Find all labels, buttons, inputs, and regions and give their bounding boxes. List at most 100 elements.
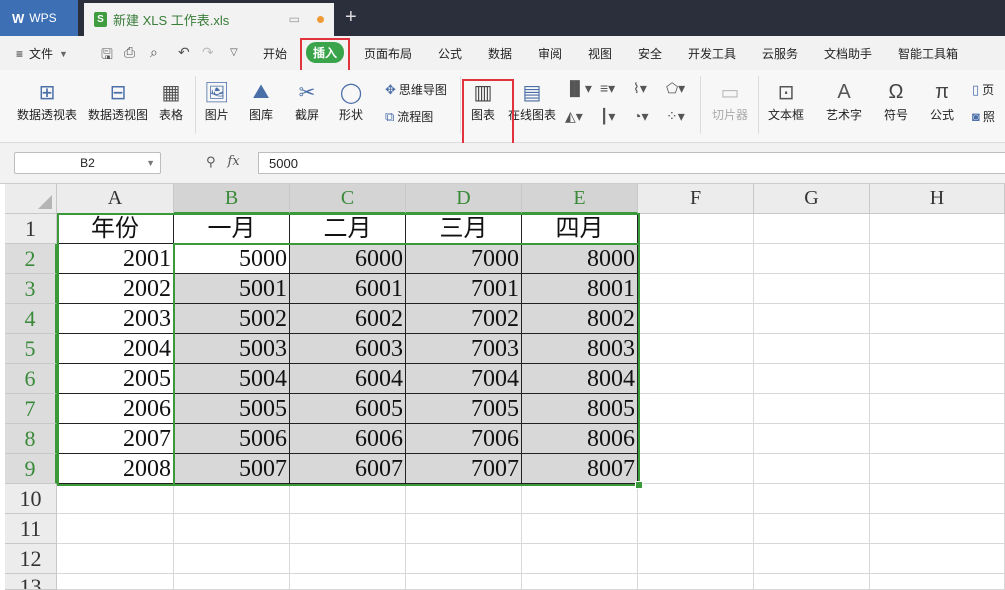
cell-e1[interactable]: 四月: [522, 214, 638, 244]
symbol-button[interactable]: Ω 符号: [884, 78, 908, 123]
tab-smart-toolbox[interactable]: 智能工具箱: [898, 45, 958, 62]
column-chart-icon[interactable]: ▐▌▾: [565, 80, 592, 97]
cell-b8[interactable]: 5006: [174, 424, 290, 454]
cell-e5[interactable]: 8003: [522, 334, 638, 364]
row-header-5[interactable]: 5: [5, 334, 57, 364]
cell-b1[interactable]: 一月: [174, 214, 290, 244]
header-footer-button[interactable]: ▯ 页: [972, 81, 994, 98]
cell-f9[interactable]: [638, 454, 754, 484]
cell-a6[interactable]: 2005: [57, 364, 174, 394]
cell-c8[interactable]: 6006: [290, 424, 406, 454]
cell-h13[interactable]: [870, 574, 1005, 590]
cell-a8[interactable]: 2007: [57, 424, 174, 454]
radar-chart-icon[interactable]: ⬠▾: [666, 80, 685, 97]
bar-chart-horizontal-icon[interactable]: ≡▾: [600, 80, 615, 97]
cell-b9[interactable]: 5007: [174, 454, 290, 484]
mindmap-button[interactable]: ✥ 思维导图: [385, 81, 447, 98]
cell-e6[interactable]: 8004: [522, 364, 638, 394]
picture-button[interactable]: 🖼 图片: [204, 78, 229, 123]
cell-h5[interactable]: [870, 334, 1005, 364]
cell-g9[interactable]: [754, 454, 870, 484]
cell-d11[interactable]: [406, 514, 522, 544]
file-menu[interactable]: ≡ 文件 ▼: [16, 45, 68, 62]
cell-g6[interactable]: [754, 364, 870, 394]
tab-page-layout[interactable]: 页面布局: [364, 45, 412, 62]
cell-d3[interactable]: 7001: [406, 274, 522, 304]
tab-doc-assistant[interactable]: 文档助手: [824, 45, 872, 62]
column-header-h[interactable]: H: [870, 184, 1005, 214]
row-header-13[interactable]: 13: [5, 574, 57, 590]
plus-icon[interactable]: +: [345, 6, 357, 28]
cell-d2[interactable]: 7000: [406, 244, 522, 274]
cell-c3[interactable]: 6001: [290, 274, 406, 304]
cell-e4[interactable]: 8002: [522, 304, 638, 334]
tab-view[interactable]: 视图: [588, 45, 612, 62]
print-icon[interactable]: ⎙: [124, 44, 135, 61]
tab-data[interactable]: 数据: [488, 45, 512, 62]
row-header-3[interactable]: 3: [5, 274, 57, 304]
cell-d7[interactable]: 7005: [406, 394, 522, 424]
tab-cloud-services[interactable]: 云服务: [762, 45, 798, 62]
name-box[interactable]: B2 ▼: [14, 152, 161, 174]
cell-a3[interactable]: 2002: [57, 274, 174, 304]
camera-button[interactable]: ◙ 照: [972, 108, 995, 125]
cell-a5[interactable]: 2004: [57, 334, 174, 364]
flowchart-button[interactable]: ⧉ 流程图: [385, 108, 433, 125]
cell-c10[interactable]: [290, 484, 406, 514]
cell-c11[interactable]: [290, 514, 406, 544]
cell-b4[interactable]: 5002: [174, 304, 290, 334]
tab-review[interactable]: 审阅: [538, 45, 562, 62]
row-header-12[interactable]: 12: [5, 544, 57, 574]
cell-f1[interactable]: [638, 214, 754, 244]
cell-g4[interactable]: [754, 304, 870, 334]
tab-developer[interactable]: 开发工具: [688, 45, 736, 62]
cell-h2[interactable]: [870, 244, 1005, 274]
cell-a11[interactable]: [57, 514, 174, 544]
cell-f4[interactable]: [638, 304, 754, 334]
select-all-corner[interactable]: [5, 184, 57, 214]
column-header-e[interactable]: E: [522, 184, 638, 214]
cell-e13[interactable]: [522, 574, 638, 590]
cell-f8[interactable]: [638, 424, 754, 454]
cell-e9[interactable]: 8007: [522, 454, 638, 484]
cell-d12[interactable]: [406, 544, 522, 574]
row-header-6[interactable]: 6: [5, 364, 57, 394]
cell-e3[interactable]: 8001: [522, 274, 638, 304]
cell-h7[interactable]: [870, 394, 1005, 424]
cell-c13[interactable]: [290, 574, 406, 590]
stock-chart-icon[interactable]: ┃▾: [600, 108, 615, 125]
print-preview-icon[interactable]: ⌕: [150, 44, 158, 61]
wordart-button[interactable]: A 艺术字: [826, 78, 862, 123]
cell-f11[interactable]: [638, 514, 754, 544]
cell-a4[interactable]: 2003: [57, 304, 174, 334]
wps-home-tab[interactable]: W WPS: [0, 0, 78, 36]
cell-h9[interactable]: [870, 454, 1005, 484]
row-header-11[interactable]: 11: [5, 514, 57, 544]
redo-icon[interactable]: ↷: [202, 44, 214, 61]
line-chart-icon[interactable]: ⌇▾: [633, 80, 647, 97]
column-header-b[interactable]: B: [174, 184, 290, 214]
shapes-button[interactable]: ◯ 形状: [339, 78, 363, 123]
cell-d9[interactable]: 7007: [406, 454, 522, 484]
cell-e11[interactable]: [522, 514, 638, 544]
undo-icon[interactable]: ↶: [178, 44, 190, 61]
cell-b11[interactable]: [174, 514, 290, 544]
cell-d10[interactable]: [406, 484, 522, 514]
cell-h3[interactable]: [870, 274, 1005, 304]
cell-e7[interactable]: 8005: [522, 394, 638, 424]
cell-g10[interactable]: [754, 484, 870, 514]
cell-d13[interactable]: [406, 574, 522, 590]
cell-b13[interactable]: [174, 574, 290, 590]
cell-a12[interactable]: [57, 544, 174, 574]
pivot-chart-button[interactable]: ⊟ 数据透视图: [88, 78, 148, 123]
pivot-table-button[interactable]: ⊞ 数据透视表: [17, 78, 77, 123]
cell-a10[interactable]: [57, 484, 174, 514]
cell-f2[interactable]: [638, 244, 754, 274]
document-tab[interactable]: S 新建 XLS 工作表.xls ▭: [84, 3, 334, 36]
cell-e12[interactable]: [522, 544, 638, 574]
cell-c6[interactable]: 6004: [290, 364, 406, 394]
cell-f13[interactable]: [638, 574, 754, 590]
cell-a1[interactable]: 年份: [57, 214, 174, 244]
save-icon[interactable]: 🖫: [101, 44, 113, 68]
cell-c7[interactable]: 6005: [290, 394, 406, 424]
